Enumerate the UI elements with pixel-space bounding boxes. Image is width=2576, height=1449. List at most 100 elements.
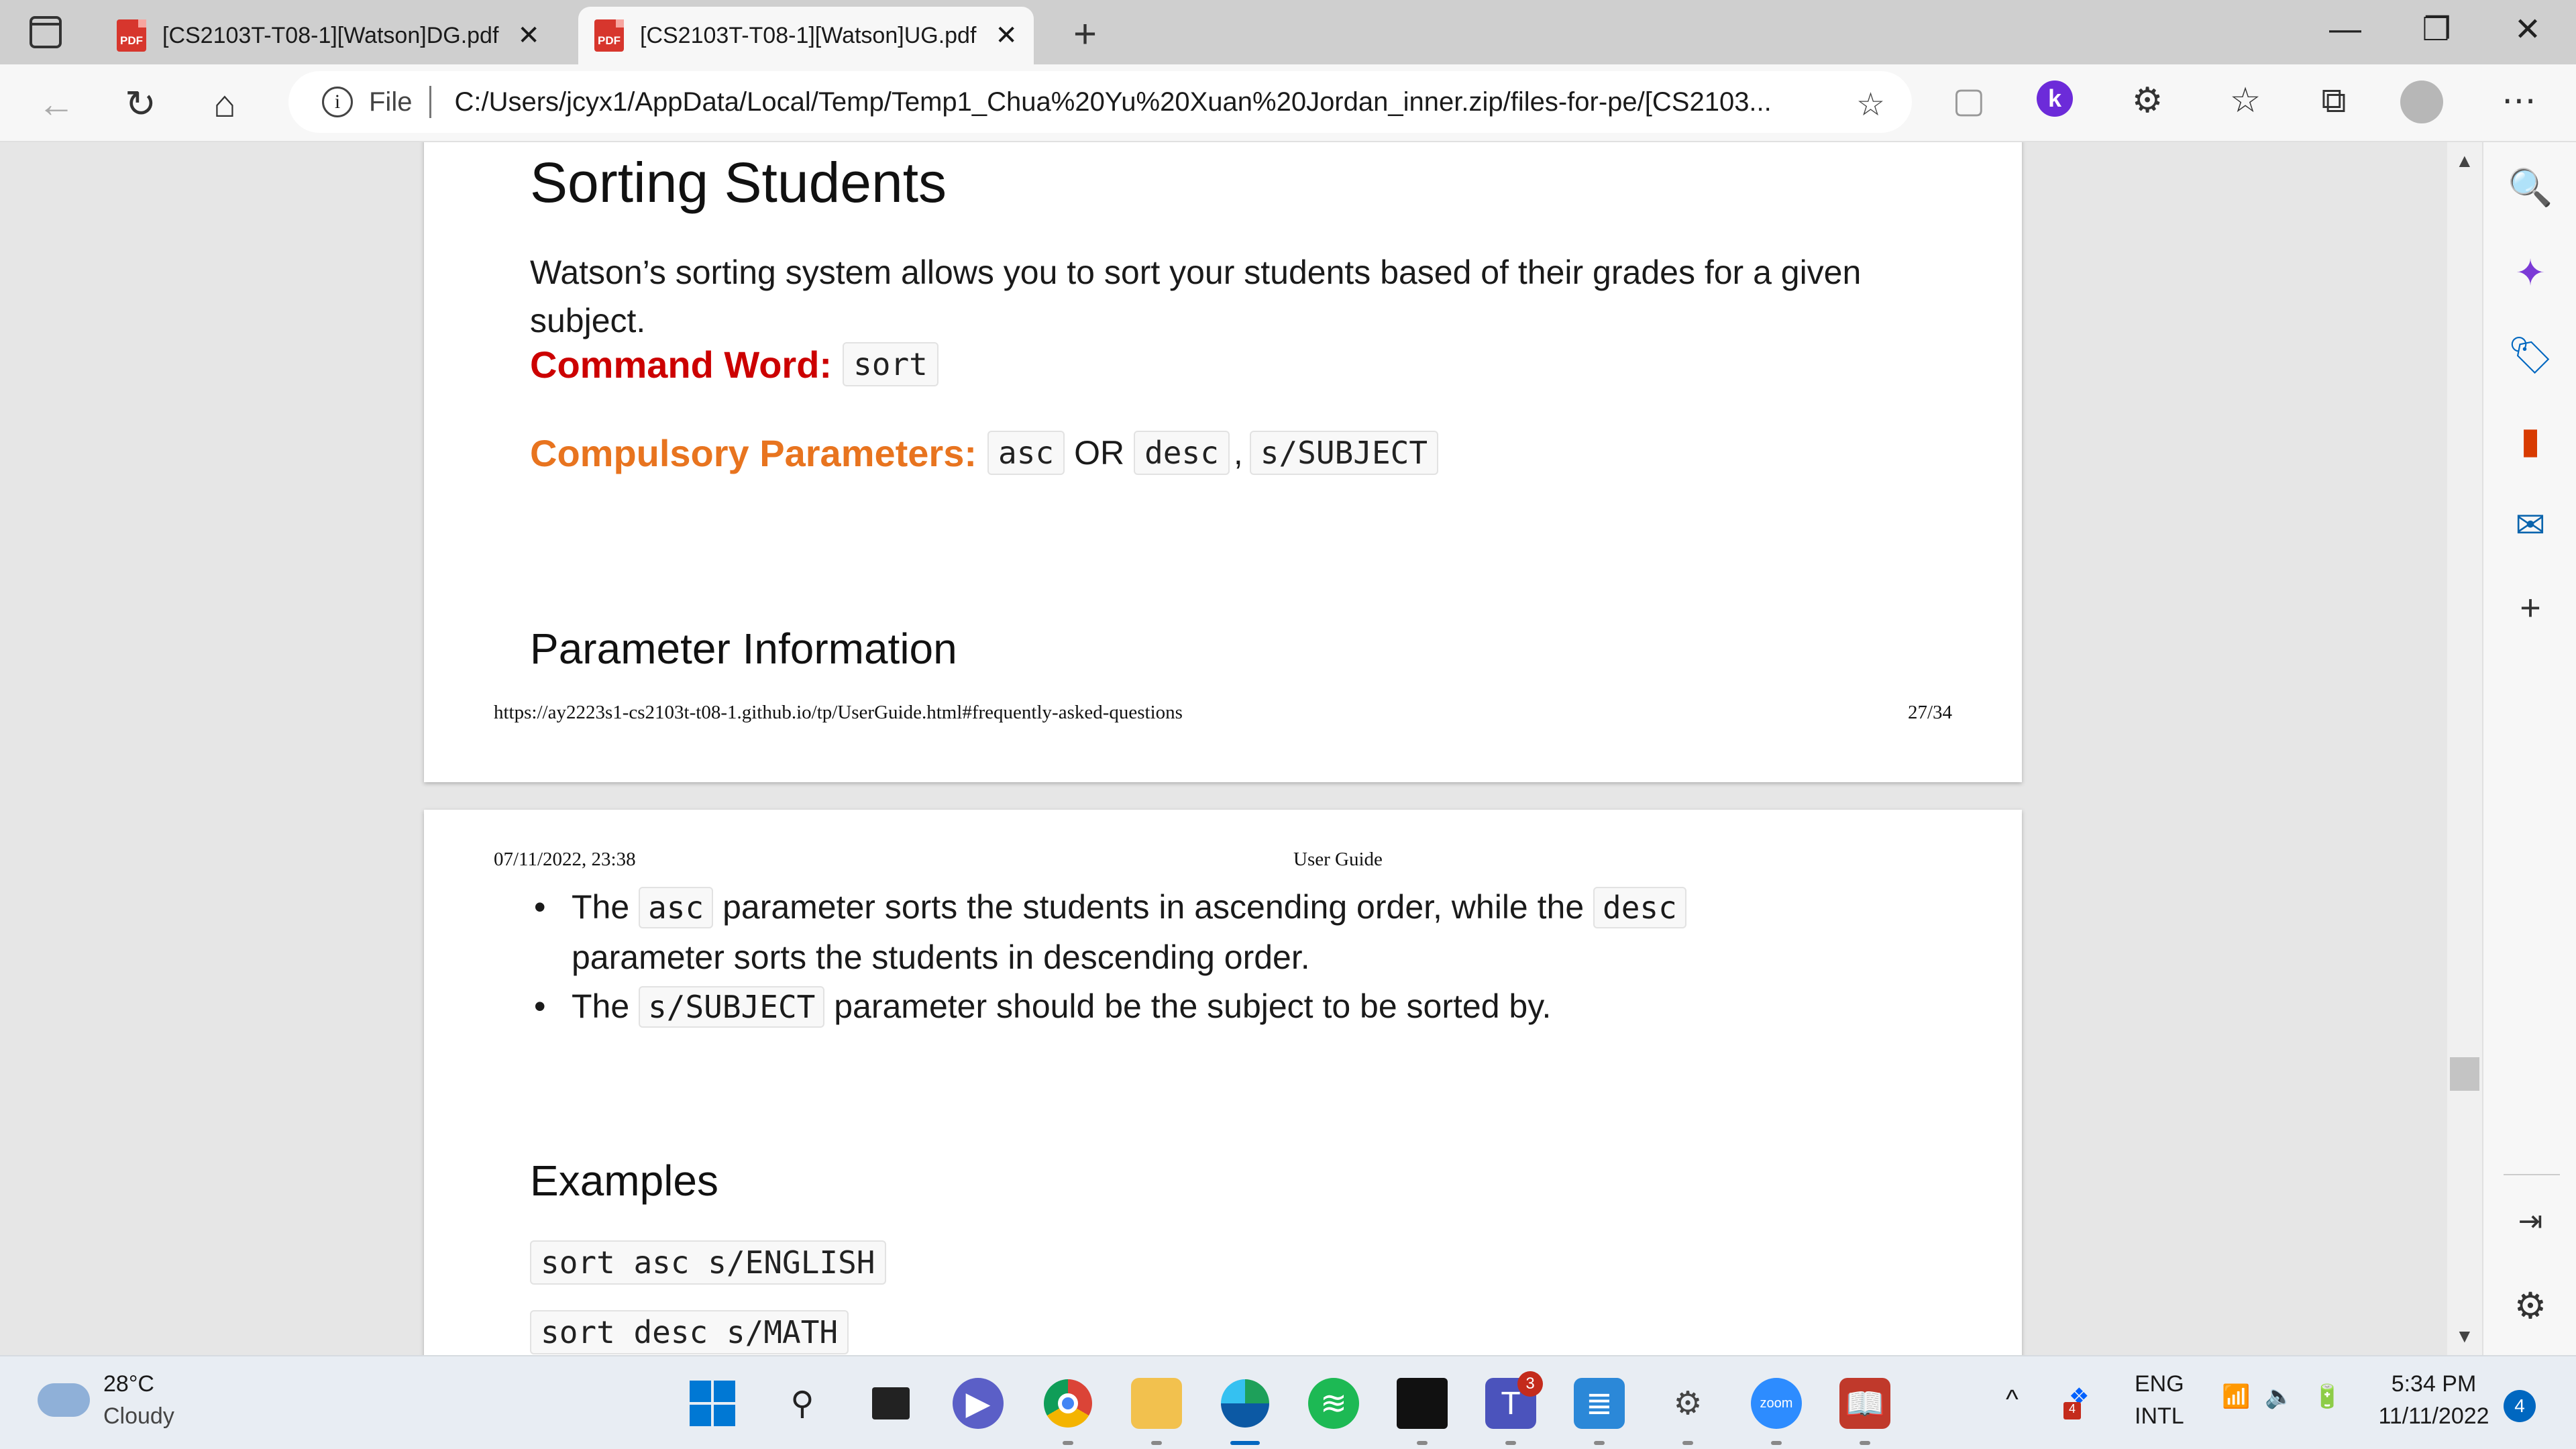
keyboard-layout-indicator[interactable]: INTL [2135,1403,2184,1430]
address-bar[interactable]: i File C:/Users/jcyx1/AppData/Local/Temp… [288,71,1912,133]
zoom-icon[interactable]: zoom [1751,1378,1802,1445]
outlook-icon[interactable]: ✉ [2508,502,2553,547]
copilot-sparkle-icon[interactable]: ✦ [2508,250,2553,295]
close-icon[interactable]: ✕ [517,20,540,51]
url-text[interactable]: C:/Users/jcyx1/AppData/Local/Temp/Temp1_… [454,87,1796,117]
list-item: The asc parameter sorts the students in … [534,882,1846,982]
param-or-text: OR [1074,434,1125,472]
add-sidebar-app-icon[interactable]: + [2508,585,2553,631]
example-code-1: sort asc s/ENGLISH [530,1240,886,1285]
tab-label: [CS2103T-T08-1][Watson]DG.pdf [162,22,499,48]
scroll-thumb[interactable] [2450,1057,2479,1091]
scroll-up-icon[interactable]: ▲ [2455,150,2474,172]
file-explorer-icon[interactable] [1131,1378,1182,1445]
new-tab-icon[interactable]: + [1073,11,1097,57]
restore-icon[interactable]: ❐ [2396,11,2477,48]
tab-dg-pdf[interactable]: PDF [CS2103T-T08-1][Watson]DG.pdf ✕ [101,7,556,64]
inline-code-asc: asc [639,887,714,928]
task-view-icon[interactable] [865,1378,916,1429]
book-reader-icon[interactable]: 📖 [1839,1378,1890,1445]
command-word-label: Command Word: [530,343,833,386]
home-icon[interactable]: ⌂ [213,82,236,125]
battery-icon[interactable]: 🔋 [2313,1383,2341,1410]
favorites-icon[interactable]: ☆ [2222,80,2269,121]
compulsory-params-line: Compulsory Parameters: asc OR desc , s/S… [530,431,1439,475]
header-title: User Guide [1293,849,1383,870]
clock-date[interactable]: 11/11/2022 [2375,1403,2493,1430]
footer-url: https://ay2223s1-cs2103t-t08-1.github.io… [494,702,1183,723]
divider [429,86,432,118]
teams-icon[interactable]: T 3 [1485,1371,1543,1445]
show-hidden-icons-chevron-icon[interactable]: ^ [2006,1385,2019,1415]
scheme-label: File [369,87,413,117]
profile-avatar[interactable] [2400,80,2447,123]
settings-gear-icon[interactable]: ⚙ [2508,1283,2553,1328]
comma-text: , [1233,434,1243,472]
dropbox-icon[interactable]: ❖ 4 [2063,1383,2089,1419]
param-asc-code: asc [987,431,1065,475]
extensions-icon[interactable]: ⚙ [2124,80,2171,121]
start-windows-icon[interactable] [687,1378,738,1429]
tab-actions-icon[interactable] [30,16,62,48]
example-code-2: sort desc s/MATH [530,1310,849,1354]
section-heading: Sorting Students [530,151,947,214]
pdf-icon: PDF [594,19,624,52]
extension-k-icon[interactable]: k [2037,80,2084,117]
divider [2504,1174,2560,1175]
back-arrow-icon[interactable]: ← [38,82,75,125]
close-icon[interactable]: ✕ [995,20,1018,51]
browser-toolbar: ← ↻ ⌂ i File C:/Users/jcyx1/AppData/Loca… [0,64,2576,142]
param-subject-code: s/SUBJECT [1249,431,1439,475]
close-window-icon[interactable]: ✕ [2487,11,2568,48]
tab-label: [CS2103T-T08-1][Watson]UG.pdf [640,22,977,48]
hide-sidebar-icon[interactable]: ⇥ [2508,1198,2553,1244]
inline-code-subject: s/SUBJECT [639,986,825,1028]
info-icon[interactable]: i [322,87,353,117]
weather-temperature[interactable]: 28°C [103,1371,154,1397]
weather-condition[interactable]: Cloudy [103,1403,174,1430]
chrome-icon[interactable] [1042,1378,1093,1445]
collections-icon[interactable]: ⧉ [2310,80,2357,121]
scroll-down-icon[interactable]: ▼ [2455,1326,2474,1347]
header-date: 07/11/2022, 23:38 [494,849,636,870]
language-indicator[interactable]: ENG [2135,1371,2184,1397]
pdf-page-28: 07/11/2022, 23:38 User Guide The asc par… [424,810,2022,1355]
pdf-viewer[interactable]: Sorting Students Watson’s sorting system… [0,142,2482,1355]
office-icon[interactable]: ▮ [2508,417,2553,463]
pdf-page-27: Sorting Students Watson’s sorting system… [424,142,2022,782]
examples-heading: Examples [530,1157,718,1205]
more-menu-icon[interactable]: ⋯ [2496,80,2542,121]
volume-icon[interactable]: 🔈 [2265,1383,2293,1410]
windows-taskbar: 28°C Cloudy ⚲ ▶ ≋ T 3 ≣ ⚙ zoom 📖 ^ ❖ 4 E… [0,1355,2576,1449]
tab-ug-pdf[interactable]: PDF [CS2103T-T08-1][Watson]UG.pdf ✕ [578,7,1034,64]
notepad-icon[interactable]: ≣ [1574,1378,1625,1445]
edge-sidebar: 🔍 ✦ 🏷 ▮ ✉ + ⇥ ⚙ [2482,142,2576,1355]
spotify-icon[interactable]: ≋ [1308,1378,1359,1429]
command-word-line: Command Word: sort [530,342,938,386]
compulsory-params-label: Compulsory Parameters: [530,431,977,474]
dropbox-badge: 4 [2063,1402,2081,1419]
clock-time[interactable]: 5:34 PM [2375,1371,2493,1397]
intro-paragraph: Watson’s sorting system allows you to so… [530,254,1862,339]
pdf-icon: PDF [117,19,146,52]
minimize-icon[interactable]: — [2305,11,2385,48]
wifi-icon[interactable]: 📶 [2222,1383,2250,1410]
add-favorite-icon[interactable]: ☆ [1856,86,1885,123]
list-item: The s/SUBJECT parameter should be the su… [534,981,1846,1032]
cloud-icon[interactable] [38,1383,90,1417]
tab-strip: PDF [CS2103T-T08-1][Watson]DG.pdf ✕ PDF … [0,0,2576,64]
read-aloud-icon[interactable]: ▢ [1945,80,1992,121]
vertical-scrollbar[interactable]: ▲ ▼ [2447,142,2482,1355]
edge-browser-icon[interactable] [1220,1378,1271,1445]
parameter-information-heading: Parameter Information [530,625,957,673]
command-word-code: sort [843,342,938,386]
terminal-icon[interactable] [1397,1378,1448,1445]
refresh-icon[interactable]: ↻ [125,82,156,126]
search-icon[interactable]: 🔍 [2508,165,2553,211]
notification-center-badge[interactable]: 4 [2504,1390,2536,1422]
shopping-tag-icon[interactable]: 🏷 [2508,333,2554,378]
teams-chat-icon[interactable]: ▶ [953,1378,1004,1429]
settings-taskbar-icon[interactable]: ⚙ [1662,1378,1713,1445]
search-taskbar-icon[interactable]: ⚲ [777,1378,828,1429]
inline-code-desc: desc [1593,887,1686,928]
